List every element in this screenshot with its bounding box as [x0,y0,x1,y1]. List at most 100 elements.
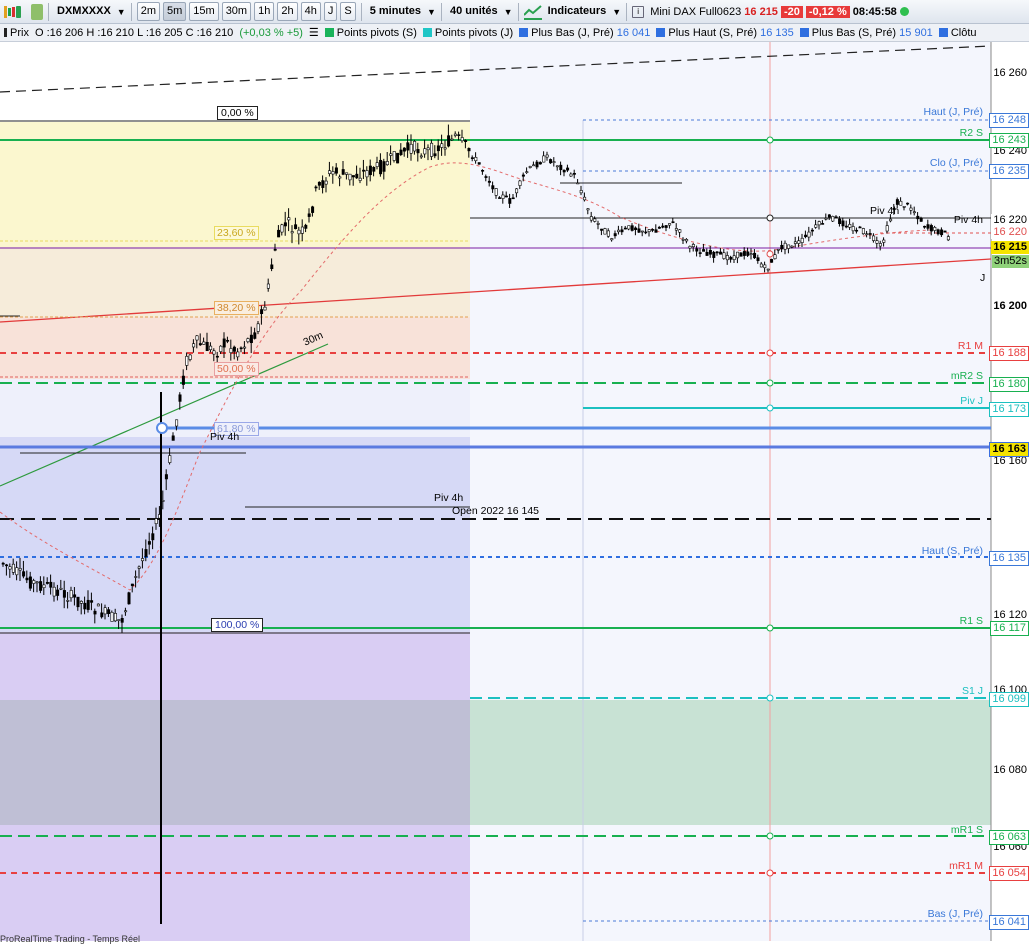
candle-body [627,225,631,230]
symbol-select[interactable]: DXMXXXX [54,3,114,20]
axis-badge-r2-s: 16 243 [989,133,1029,148]
tf-s[interactable]: S [340,2,356,21]
legend-item[interactable]: Points pivots (S) [324,27,417,39]
candle-body [525,171,529,173]
cursor-marker[interactable] [766,832,774,840]
candle-body [243,346,247,349]
cursor-marker[interactable] [766,869,774,877]
legend-item[interactable]: Clôtu [938,27,977,39]
legend-item[interactable]: Points pivots (J) [422,27,513,39]
tf-j[interactable]: J [323,2,338,21]
legend-item[interactable]: Plus Bas (J, Pré) 16 041 [519,27,650,39]
candle-body [569,173,573,177]
cursor-marker[interactable] [766,136,774,144]
period-select[interactable]: 5 minutes [367,3,424,20]
candle-body [654,229,658,233]
candle-body [732,255,736,260]
cursor-marker[interactable] [766,694,774,702]
tf-15m[interactable]: 15m [189,2,219,21]
candle-body [147,541,151,545]
fib-label-100: 100,00 % [211,618,264,632]
candle-body [365,170,369,178]
level-label-haut-j: Haut (J, Pré) [923,106,983,118]
candle-body [226,339,230,342]
candle-body [430,142,434,157]
candle-body [770,259,774,263]
link-icon[interactable] [31,3,43,20]
candle-body [844,225,848,228]
indicators-button[interactable]: Indicateurs [545,3,610,20]
candle-body [725,255,729,261]
chevron-down-icon[interactable]: ▼ [117,7,126,17]
axis-badge-countdown: 3m52s [991,255,1029,268]
candle-body [491,185,495,190]
tf-2h[interactable]: 2h [277,2,298,21]
bars-icon[interactable] [4,4,28,20]
tf-5m[interactable]: 5m [163,2,187,21]
legend-swatch [324,27,334,37]
units-select[interactable]: 40 unités [447,3,501,20]
cursor-marker[interactable] [766,624,774,632]
blue-box-handle[interactable] [156,422,168,434]
axis-badge-haut-j: 16 248 [989,113,1029,128]
zone-green [470,700,991,825]
level-label-r1-s: R1 S [959,615,983,627]
candle-body [253,332,257,339]
candle-body [188,354,192,360]
clock: 08:45:58 [852,5,897,18]
legend-item[interactable]: Plus Bas (S, Pré) 15 901 [799,27,933,39]
chevron-down-icon[interactable]: ▼ [612,7,621,17]
cursor-marker[interactable] [766,250,774,258]
cursor-marker[interactable] [766,349,774,357]
tf-2m[interactable]: 2m [136,2,160,21]
info-icon[interactable]: i [632,5,645,18]
indicators-icon[interactable] [522,4,542,20]
candle-body [338,176,342,179]
candle-body [141,558,145,562]
candle-body [328,170,332,174]
candle-body [749,253,753,255]
separator [48,2,49,21]
axis-badge-haut-s: 16 135 [989,551,1029,566]
fib-label-50: 50,00 % [214,362,259,376]
chart-canvas[interactable] [0,42,1029,941]
candle-body [392,151,396,161]
candle-body [739,252,743,257]
legend-item[interactable]: Plus Haut (S, Pré) 16 135 [656,27,794,39]
candle-body [705,251,709,256]
price-chart[interactable]: 0,00 % 23,60 % 38,20 % 50,00 % 61,80 % 1… [0,42,1029,944]
tf-1h[interactable]: 1h [254,2,275,21]
candle-body [780,244,784,250]
candle-body [484,176,488,178]
candle-body [583,196,587,201]
axis-tick: 16 260 [993,67,1027,79]
candle-body [212,350,216,355]
chevron-down-icon[interactable]: ▼ [504,7,513,17]
candle-body [810,229,814,232]
candle-body [42,584,46,589]
candle-body [521,174,525,177]
tf-30m[interactable]: 30m [221,2,252,21]
candle-body [314,186,318,189]
cursor-marker[interactable] [766,404,774,412]
level-label-r1-m: R1 M [957,340,983,352]
candle-body [107,609,111,614]
grid-icon[interactable]: ☰ [309,26,319,39]
tf-4h[interactable]: 4h [300,2,321,21]
chevron-down-icon[interactable]: ▼ [427,7,436,17]
piv4h-label-right: Piv 4h [870,205,900,217]
candle-body [593,218,597,222]
cursor-marker[interactable] [766,214,774,222]
cursor-marker[interactable] [766,379,774,387]
axis-badge-red: 16 220 [991,226,1029,239]
candle-body [66,600,70,602]
candle-body [175,419,179,427]
ohlc-values: O :16 206 H :16 210 L :16 205 C :16 210 [34,26,234,39]
candle-body [348,173,352,181]
candle-body [56,589,60,596]
candle-body [596,223,600,225]
candle-body [824,217,828,220]
candle-body [25,577,29,581]
candle-body [229,348,233,353]
candle-body [22,571,26,577]
